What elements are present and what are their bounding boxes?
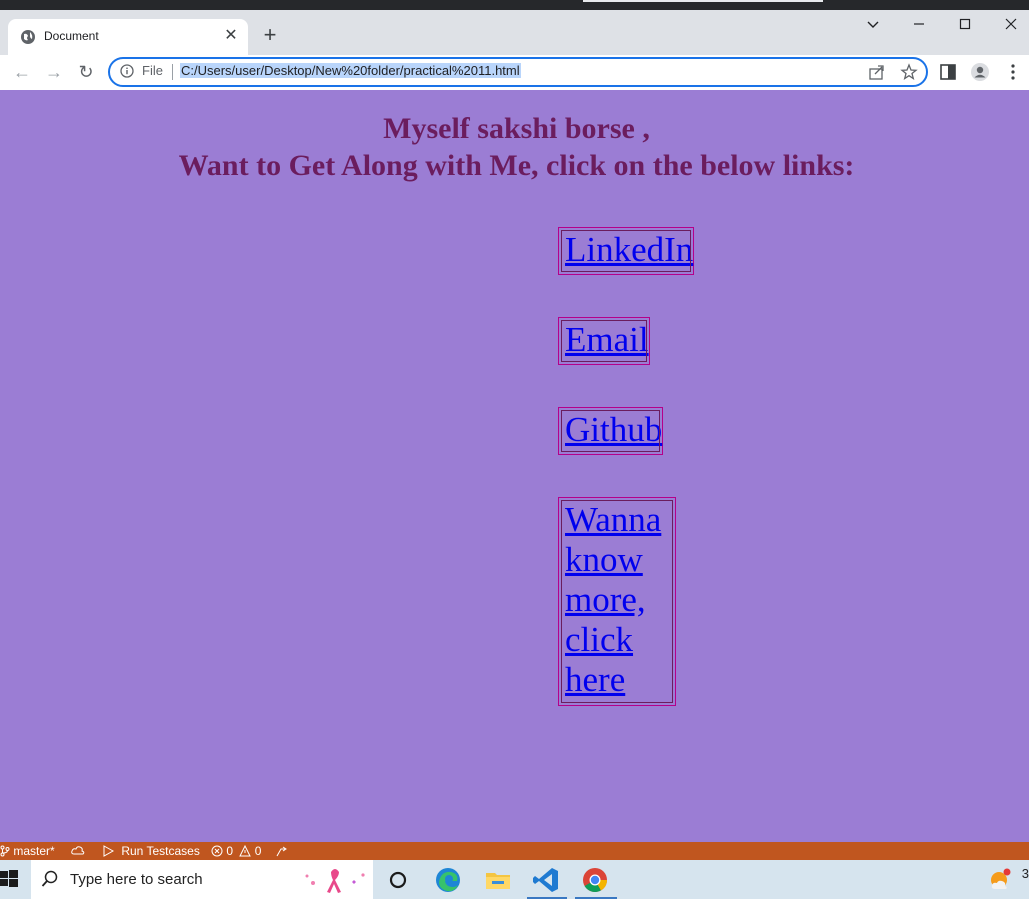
linkedin-link[interactable]: LinkedIn bbox=[559, 230, 693, 270]
link-box-github: Github bbox=[558, 407, 664, 455]
tray-text: 3 bbox=[1021, 866, 1029, 881]
browser-toolbar: ← → ↻ File C:/Users/user/Desktop/New%20f… bbox=[0, 55, 1029, 91]
side-panel-icon[interactable] bbox=[938, 62, 958, 82]
info-icon[interactable] bbox=[120, 64, 134, 78]
address-bar[interactable]: File C:/Users/user/Desktop/New%20folder/… bbox=[108, 57, 928, 87]
run-testcases-item[interactable]: Run Testcases bbox=[102, 842, 200, 860]
search-icon bbox=[41, 870, 58, 887]
file-explorer-icon[interactable] bbox=[483, 865, 513, 895]
warning-icon bbox=[239, 844, 252, 857]
page-heading: Myself sakshi borse , Want to Get Along … bbox=[0, 110, 1029, 184]
awareness-ribbon-icon bbox=[305, 869, 365, 893]
tab-close-icon[interactable]: ✕ bbox=[222, 27, 240, 45]
git-branch-icon bbox=[0, 845, 10, 857]
heading-line-2: Want to Get Along with Me, click on the … bbox=[178, 149, 855, 182]
status-bar: master* Run Testcases 0 0 bbox=[0, 842, 1029, 860]
windows-taskbar: Type here to search 3 bbox=[0, 860, 1029, 899]
minimize-button[interactable] bbox=[899, 14, 939, 36]
url-text[interactable]: C:/Users/user/Desktop/New%20folder/pract… bbox=[180, 63, 521, 78]
search-placeholder: Type here to search bbox=[70, 871, 203, 888]
reload-button[interactable]: ↻ bbox=[75, 61, 97, 83]
back-button[interactable]: ← bbox=[11, 61, 33, 83]
warning-count: 0 bbox=[254, 844, 262, 858]
sync-icon[interactable] bbox=[71, 842, 85, 860]
bookmark-star-icon[interactable] bbox=[900, 63, 918, 81]
maximize-icon bbox=[959, 18, 971, 30]
link-box-more: Wanna know more, click here bbox=[558, 497, 676, 706]
branch-name: master* bbox=[13, 844, 55, 858]
new-tab-button[interactable]: + bbox=[258, 24, 282, 48]
minimize-icon bbox=[914, 23, 924, 25]
share-icon[interactable] bbox=[868, 63, 886, 81]
strip-highlight bbox=[583, 0, 823, 2]
tab-search-icon[interactable] bbox=[853, 14, 893, 36]
link-box-email: Email bbox=[558, 317, 650, 365]
close-window-button[interactable] bbox=[991, 14, 1029, 36]
email-link[interactable]: Email bbox=[559, 320, 649, 360]
profile-avatar-icon[interactable] bbox=[970, 62, 990, 82]
link-box-linkedin: LinkedIn bbox=[558, 227, 695, 275]
error-icon bbox=[211, 845, 223, 857]
weather-icon[interactable] bbox=[985, 865, 1015, 895]
chrome-browser-icon[interactable] bbox=[580, 865, 610, 895]
title-strip bbox=[0, 0, 1029, 10]
tab-title: Document bbox=[44, 29, 99, 43]
know-more-link[interactable]: Wanna know more, click here bbox=[559, 500, 675, 700]
more-menu-icon[interactable] bbox=[1003, 62, 1023, 82]
heading-line-1: Myself sakshi borse , bbox=[383, 112, 650, 145]
run-testcases-label: Run Testcases bbox=[121, 844, 200, 858]
tab-bar: Document ✕ + bbox=[0, 10, 1029, 55]
tab-document[interactable]: Document ✕ bbox=[8, 19, 248, 55]
close-icon bbox=[1005, 18, 1017, 30]
error-count: 0 bbox=[226, 844, 234, 858]
play-icon bbox=[103, 845, 115, 857]
problems-item[interactable]: 0 0 bbox=[211, 842, 261, 860]
windows-start-icon[interactable] bbox=[0, 870, 18, 888]
edge-browser-icon[interactable] bbox=[433, 865, 463, 895]
globe-icon bbox=[21, 30, 35, 44]
live-share-icon[interactable] bbox=[276, 842, 290, 860]
page-content: Myself sakshi borse , Want to Get Along … bbox=[0, 90, 1029, 842]
omnibox-divider bbox=[172, 64, 173, 80]
cortana-icon[interactable] bbox=[383, 865, 413, 895]
taskbar-search[interactable]: Type here to search bbox=[31, 860, 373, 899]
scheme-label: File bbox=[142, 63, 163, 78]
chevron-down-icon bbox=[867, 21, 879, 28]
forward-button[interactable]: → bbox=[43, 61, 65, 83]
branch-item[interactable]: master* bbox=[0, 842, 55, 860]
vscode-icon[interactable] bbox=[531, 865, 561, 895]
maximize-button[interactable] bbox=[945, 14, 985, 36]
github-link[interactable]: Github bbox=[559, 410, 662, 450]
